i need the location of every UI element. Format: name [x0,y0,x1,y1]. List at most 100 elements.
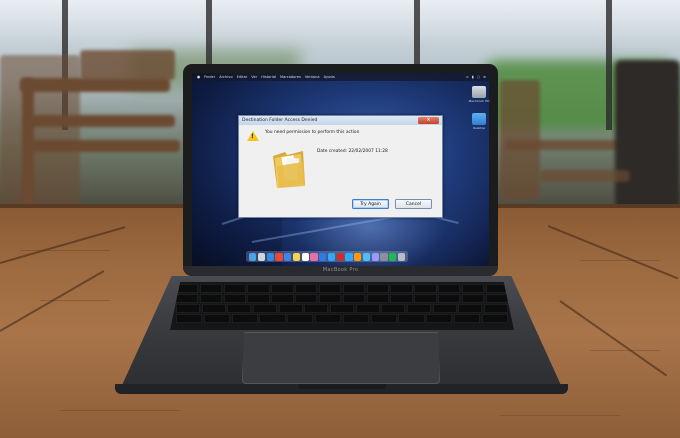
key [304,304,329,313]
photos-icon[interactable] [310,252,318,261]
key [406,304,432,313]
menu-list-icon[interactable]: ≡ [483,75,486,79]
wood-grain [500,415,620,416]
key [259,314,286,323]
key [342,294,366,303]
menu-view[interactable]: Ver [251,75,257,79]
key [342,284,366,293]
date-created: Date created: 22/02/2007 11:28 [317,149,388,154]
apple-icon[interactable]: ● [197,75,200,79]
key-row [170,314,514,323]
keyboard [170,282,514,330]
key [318,284,342,293]
key-row [170,294,514,303]
aftereffects-icon[interactable] [371,252,379,261]
key [271,294,294,303]
trackpad[interactable] [242,332,440,384]
window-frame [606,0,612,130]
key [295,284,318,293]
key-row [170,304,514,313]
key [223,294,246,303]
key [370,314,397,323]
key [199,284,223,293]
folder-icon[interactable] [472,113,486,125]
preferences-icon[interactable] [380,252,388,261]
key [176,294,199,303]
folder-icon [273,151,305,188]
key [252,304,278,313]
key [438,284,461,293]
key [227,304,252,313]
battery-icon[interactable]: ▮ [472,75,474,79]
key [247,284,270,293]
wood-grain [40,300,110,301]
appstore-icon[interactable] [319,252,327,261]
folder-icon-label: Desktop [472,126,486,130]
spotify-icon[interactable] [389,252,397,261]
menu-history[interactable]: Historial [261,75,276,79]
key [381,304,406,313]
chair [540,170,630,182]
photoshop-icon[interactable] [345,252,353,261]
notes-icon[interactable] [292,252,300,261]
finder-icon[interactable] [249,252,257,261]
key [366,294,389,303]
lid-notch [298,384,386,389]
menu-finder[interactable]: Finder [204,75,215,79]
key [203,314,231,323]
search-icon[interactable]: ○ [477,75,480,79]
menu-bookmarks[interactable]: Marcadores [280,75,301,79]
key [414,294,437,303]
key [271,284,294,293]
safari-icon[interactable] [266,252,274,261]
chrome-icon[interactable] [275,252,283,261]
key-row [170,284,514,293]
cancel-button[interactable]: Cancel [395,199,432,209]
drive-icon[interactable] [472,86,486,98]
key [329,304,355,313]
launchpad-icon[interactable] [257,252,265,261]
key [458,304,483,313]
key [231,314,258,323]
wood-grain [580,260,660,261]
drive-icon-label: Macintosh HD [468,99,490,103]
key [390,294,413,303]
dialog-title-bar[interactable]: Destination Folder Access Denied × [239,116,442,125]
wifi-icon[interactable]: ≈ [466,75,469,79]
key [366,284,389,293]
key [314,314,342,323]
access-denied-dialog: Destination Folder Access Denied × ! You… [238,115,443,218]
mail-icon[interactable] [284,252,292,261]
menu-edit[interactable]: Editar [237,75,248,79]
key [278,304,303,313]
dialog-message: You need permission to perform this acti… [265,130,360,135]
calendar-icon[interactable] [301,252,309,261]
close-button[interactable]: × [418,117,439,124]
menu-bar-status: ≈ ▮ ○ ≡ [420,73,489,81]
key [432,304,457,313]
key [342,314,370,323]
key [461,284,485,293]
menu-help[interactable]: Ayuda [324,75,335,79]
key [453,314,481,323]
key [398,314,425,323]
laptop-model-label: MacBook Pro [322,267,359,273]
key [295,294,318,303]
illustrator-icon[interactable] [354,252,362,261]
chair [80,50,175,80]
acrobat-icon[interactable] [336,252,344,261]
lightroom-classic-icon[interactable] [362,252,370,261]
try-again-button[interactable]: Try Again [352,199,389,209]
key [176,304,201,313]
key [481,314,509,323]
key [426,314,453,323]
dock [246,251,408,262]
key [461,294,485,303]
wood-grain [60,410,180,411]
trash-icon[interactable] [397,252,405,261]
key [199,294,223,303]
lightroom-icon[interactable] [327,252,335,261]
wood-grain [20,250,110,251]
menu-window[interactable]: Ventana [305,75,320,79]
menu-file[interactable]: Archivo [219,75,232,79]
